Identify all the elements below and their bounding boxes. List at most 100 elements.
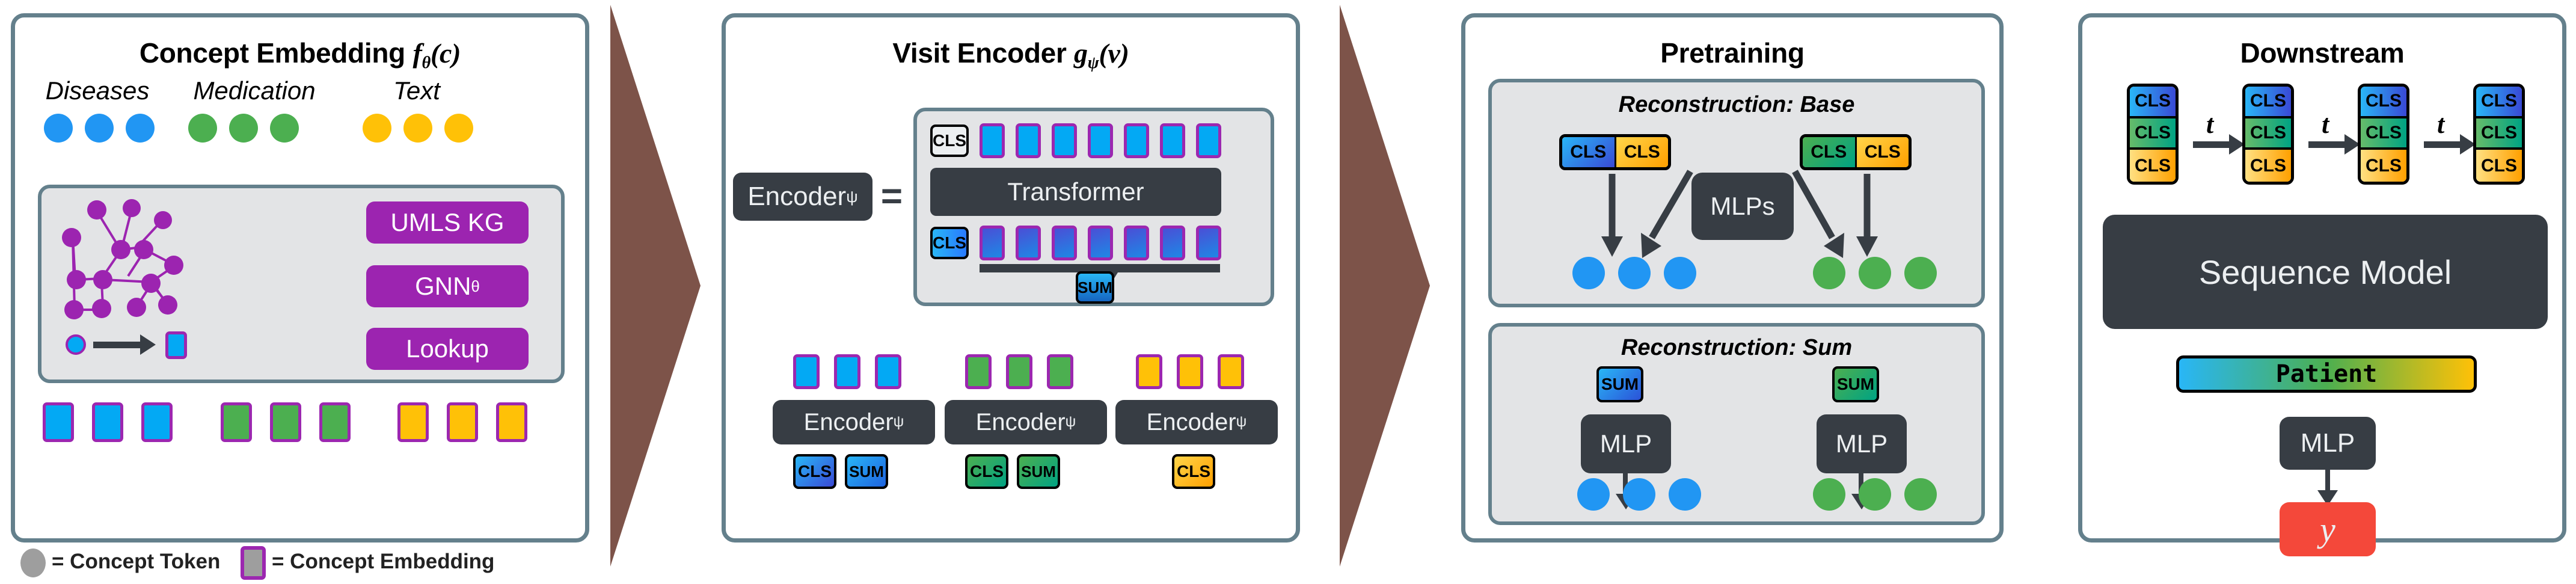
panel-title-function: g <box>1074 38 1088 69</box>
step-label: t <box>2206 109 2214 139</box>
group-label-diseases: Diseases <box>45 76 150 105</box>
cls-token-blue: CLS <box>1562 137 1616 167</box>
cls-tile-green: CLS <box>2245 118 2291 150</box>
method-label: UMLS KG <box>390 208 504 236</box>
concept-embedding-square <box>92 402 123 442</box>
reconstructed-token <box>1859 478 1891 511</box>
encoder-label-subscript: ψ <box>846 187 858 206</box>
concept-token-circle <box>363 114 391 143</box>
concept-embedding-square <box>221 402 252 442</box>
token-label: CLS <box>970 462 1004 481</box>
reconstructed-token <box>1623 478 1655 511</box>
step-arrow-1: t <box>2189 84 2247 185</box>
cls-tile-yellow: CLS <box>2130 150 2176 182</box>
panel-title-argument: (v) <box>1099 38 1129 69</box>
token-label: CLS <box>1624 142 1660 162</box>
output-embedding-token <box>1016 226 1041 260</box>
encoder-input-embedding <box>1136 354 1162 389</box>
knowledge-graph-container: UMLS KG GNN θ Lookup <box>38 185 565 383</box>
transformer-label: Transformer <box>1007 177 1144 206</box>
reconstructed-token <box>1618 257 1651 289</box>
encoder-output-cls: CLS <box>793 454 836 489</box>
step-arrow-shaft <box>2308 141 2346 148</box>
step-label: t <box>2437 109 2445 139</box>
token-label: CLS <box>2366 91 2402 111</box>
cls-stack: CLS CLS CLS <box>2473 84 2525 185</box>
panel-title-visit-encoder: Visit Encoder gψ(v) <box>726 37 1296 73</box>
sequence-model-block[interactable]: Sequence Model <box>2103 215 2548 329</box>
cls-tile-yellow: CLS <box>2476 150 2522 182</box>
lookup-target-embedding-icon <box>165 331 187 359</box>
input-embedding-token <box>1016 123 1041 158</box>
step-arrow-2: t <box>2305 84 2363 185</box>
mlp-module-blue[interactable]: MLP <box>1581 414 1671 473</box>
cls-tile-blue: CLS <box>2476 87 2522 118</box>
section-title-reconstruction-base: Reconstruction: Base <box>1618 92 1855 117</box>
token-label: SUM <box>1078 278 1112 297</box>
concept-token-circle <box>44 114 73 143</box>
downstream-mlp-block[interactable]: MLP <box>2280 417 2376 470</box>
token-label: CLS <box>1177 462 1210 481</box>
token-label: CLS <box>2366 122 2402 143</box>
panel-concept-embedding: Concept Embedding fθ(c) Diseases Medicat… <box>11 13 589 543</box>
method-lookup[interactable]: Lookup <box>366 328 529 370</box>
token-label: CLS <box>1570 142 1607 162</box>
cls-tile-blue: CLS <box>2130 87 2176 118</box>
step-arrow-shaft <box>2424 141 2461 148</box>
input-cls-token: CLS <box>930 124 969 157</box>
concept-embedding-square <box>141 402 173 442</box>
reconstruction-base-section: Reconstruction: Base CLS CLS CLS CLS MLP… <box>1488 79 1985 307</box>
output-embedding-token <box>1052 226 1077 260</box>
output-embedding-token <box>1088 226 1113 260</box>
token-label: SUM <box>1021 462 1056 481</box>
input-embedding-token <box>980 123 1005 158</box>
input-embedding-token <box>1088 123 1113 158</box>
encoder-block-text[interactable]: Encoder ψ <box>1115 400 1278 444</box>
figure-canvas: Concept Embedding fθ(c) Diseases Medicat… <box>0 0 2576 584</box>
token-label: CLS <box>2135 155 2171 176</box>
input-embedding-token <box>1124 123 1149 158</box>
sequence-model-label: Sequence Model <box>2198 253 2452 291</box>
cls-tile-yellow: CLS <box>2361 150 2406 182</box>
panel-downstream: Downstream CLS CLS CLS t CLS CLS CLS t C… <box>2078 13 2566 556</box>
encoder-input-embedding <box>834 354 860 389</box>
sum-token-blue: SUM <box>1596 366 1643 402</box>
token-label: CLS <box>933 233 966 252</box>
module-label: MLP <box>1599 429 1652 458</box>
sum-token: SUM <box>1076 271 1114 304</box>
equals-sign: = <box>880 176 903 217</box>
encoder-block-diseases[interactable]: Encoder ψ <box>773 400 935 444</box>
output-embedding-token <box>1124 226 1149 260</box>
cls-token-yellow: CLS <box>1856 137 1909 167</box>
panel-title-text: Concept Embedding <box>139 37 413 69</box>
transformer-block[interactable]: Transformer <box>930 168 1221 216</box>
concept-embedding-square <box>270 402 301 442</box>
encoder-label-subscript: ψ <box>1065 414 1076 430</box>
encoder-block-medication[interactable]: Encoder ψ <box>945 400 1107 444</box>
cls-stack: CLS CLS CLS <box>2358 84 2409 185</box>
prediction-output-box: y <box>2280 502 2376 556</box>
cls-tile-green: CLS <box>2130 118 2176 150</box>
prediction-output-label: y <box>2320 509 2335 549</box>
token-label: CLS <box>933 131 966 150</box>
lookup-arrow-head-icon <box>140 334 156 355</box>
mlps-module[interactable]: MLPs <box>1691 173 1794 240</box>
output-embedding-token <box>980 226 1005 260</box>
step-arrow-shaft <box>2193 141 2230 148</box>
reconstructed-token <box>1572 257 1605 289</box>
step-label: t <box>2322 109 2329 139</box>
token-label: CLS <box>2250 122 2286 143</box>
token-label: CLS <box>2250 155 2286 176</box>
mlp-label: MLP <box>2300 428 2355 458</box>
method-label: GNN <box>415 272 471 300</box>
method-umls-kg[interactable]: UMLS KG <box>366 201 529 244</box>
legend-token-icon <box>20 549 46 577</box>
legend-embedding-icon <box>241 546 266 580</box>
output-embedding-token <box>1160 226 1185 260</box>
step-arrow-3: t <box>2420 84 2478 185</box>
mlp-module-green[interactable]: MLP <box>1817 414 1907 473</box>
sum-token-green: SUM <box>1832 366 1879 402</box>
method-gnn[interactable]: GNN θ <box>366 265 529 307</box>
encoder-definition-box[interactable]: Encoder ψ <box>733 173 872 221</box>
encoder-label: Encoder <box>803 408 894 435</box>
